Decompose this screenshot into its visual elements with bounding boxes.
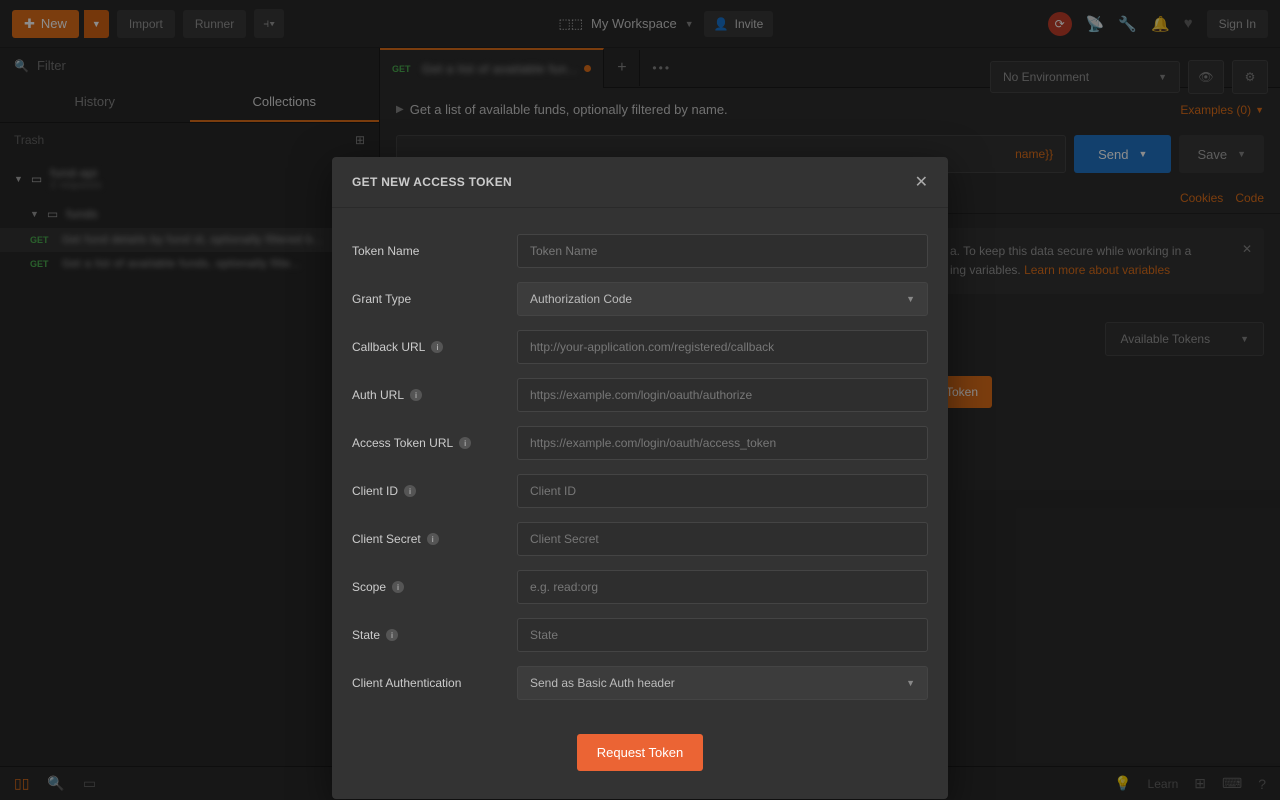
info-icon[interactable]: i bbox=[404, 485, 416, 497]
auth-url-input[interactable] bbox=[517, 378, 928, 412]
auth-url-label: Auth URL i bbox=[352, 388, 517, 402]
info-icon[interactable]: i bbox=[386, 629, 398, 641]
form-row-callback-url: Callback URL i bbox=[352, 330, 928, 364]
form-row-scope: Scope i bbox=[352, 570, 928, 604]
client-auth-label: Client Authentication bbox=[352, 676, 517, 690]
form-row-state: State i bbox=[352, 618, 928, 652]
grant-type-label: Grant Type bbox=[352, 292, 517, 306]
form-row-client-secret: Client Secret i bbox=[352, 522, 928, 556]
modal-title: GET NEW ACCESS TOKEN bbox=[352, 175, 512, 189]
client-auth-select[interactable]: Send as Basic Auth header ▼ bbox=[517, 666, 928, 700]
grant-type-value: Authorization Code bbox=[530, 292, 632, 306]
callback-url-input[interactable] bbox=[517, 330, 928, 364]
info-icon[interactable]: i bbox=[427, 533, 439, 545]
token-name-label: Token Name bbox=[352, 244, 517, 258]
form-row-auth-url: Auth URL i bbox=[352, 378, 928, 412]
state-input[interactable] bbox=[517, 618, 928, 652]
info-icon[interactable]: i bbox=[431, 341, 443, 353]
form-row-client-auth: Client Authentication Send as Basic Auth… bbox=[352, 666, 928, 700]
token-name-input[interactable] bbox=[517, 234, 928, 268]
modal-footer: Request Token bbox=[332, 724, 948, 799]
callback-url-label: Callback URL i bbox=[352, 340, 517, 354]
info-icon[interactable]: i bbox=[459, 437, 471, 449]
chevron-down-icon: ▼ bbox=[906, 294, 915, 304]
client-secret-input[interactable] bbox=[517, 522, 928, 556]
form-row-client-id: Client ID i bbox=[352, 474, 928, 508]
modal-body: Token Name Grant Type Authorization Code… bbox=[332, 208, 948, 724]
client-secret-label: Client Secret i bbox=[352, 532, 517, 546]
info-icon[interactable]: i bbox=[392, 581, 404, 593]
modal-header: GET NEW ACCESS TOKEN ✕ bbox=[332, 157, 948, 208]
client-id-input[interactable] bbox=[517, 474, 928, 508]
modal-overlay: GET NEW ACCESS TOKEN ✕ Token Name Grant … bbox=[0, 0, 1280, 800]
scope-input[interactable] bbox=[517, 570, 928, 604]
access-token-modal: GET NEW ACCESS TOKEN ✕ Token Name Grant … bbox=[332, 157, 948, 799]
chevron-down-icon: ▼ bbox=[906, 678, 915, 688]
access-token-url-input[interactable] bbox=[517, 426, 928, 460]
access-token-url-label: Access Token URL i bbox=[352, 436, 517, 450]
form-row-grant-type: Grant Type Authorization Code ▼ bbox=[352, 282, 928, 316]
grant-type-select[interactable]: Authorization Code ▼ bbox=[517, 282, 928, 316]
form-row-token-name: Token Name bbox=[352, 234, 928, 268]
form-row-access-token-url: Access Token URL i bbox=[352, 426, 928, 460]
info-icon[interactable]: i bbox=[410, 389, 422, 401]
scope-label: Scope i bbox=[352, 580, 517, 594]
state-label: State i bbox=[352, 628, 517, 642]
client-auth-value: Send as Basic Auth header bbox=[530, 676, 675, 690]
client-id-label: Client ID i bbox=[352, 484, 517, 498]
close-icon[interactable]: ✕ bbox=[915, 172, 928, 192]
request-token-button[interactable]: Request Token bbox=[577, 734, 704, 771]
